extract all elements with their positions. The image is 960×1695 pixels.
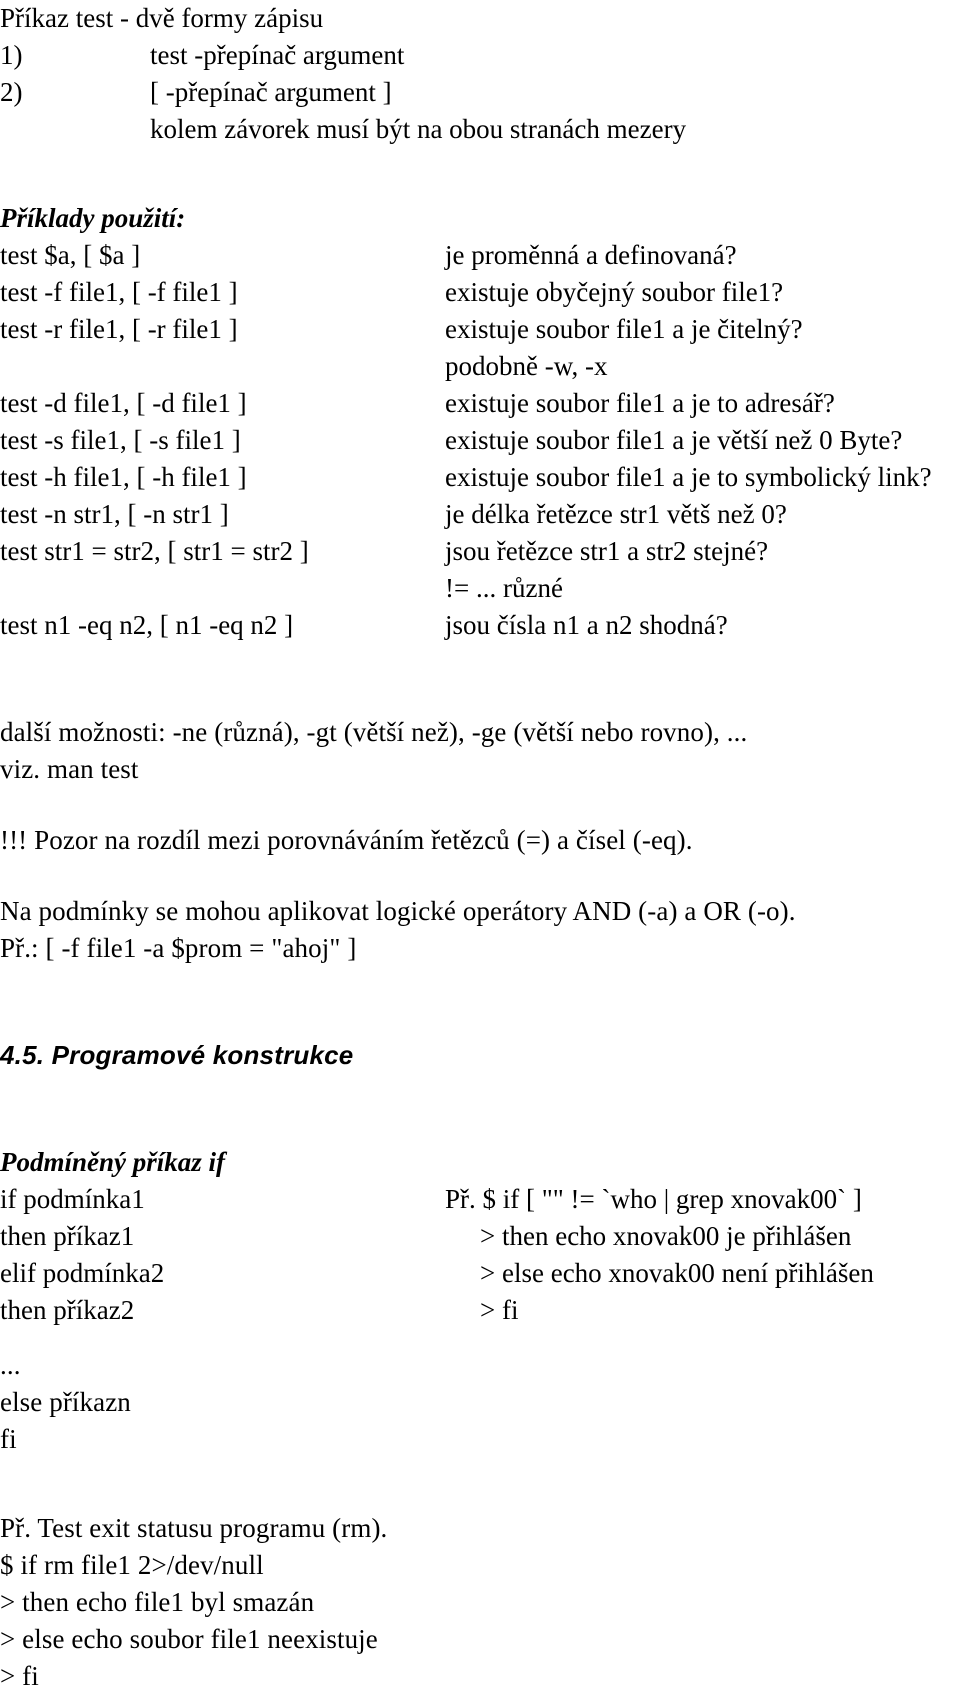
- logic-operators-line: Př.: [ -f file1 -a $prom = "ahoj" ]: [0, 933, 357, 963]
- table-row: test -f file1, [ -f file1 ] existuje oby…: [0, 274, 960, 311]
- example-meaning: existuje soubor file1 a je větší než 0 B…: [445, 425, 903, 455]
- if-syntax-line: then příkaz2: [0, 1295, 135, 1325]
- example-meaning: jsou řetězce str1 a str2 stejné?: [445, 536, 769, 566]
- if-syntax-tail: ... else příkazn fi: [0, 1347, 960, 1458]
- example-command: test -d file1, [ -d file1 ]: [0, 388, 247, 418]
- syntax-form-text: test -přepínač argument: [150, 40, 405, 70]
- exit-status-line: Př. Test exit statusu programu (rm).: [0, 1513, 388, 1543]
- example-command: test -f file1, [ -f file1 ]: [0, 277, 238, 307]
- example-meaning: je délka řetězce str1 větš než 0?: [445, 499, 787, 529]
- warning-note: !!! Pozor na rozdíl mezi porovnáváním ře…: [0, 825, 693, 855]
- syntax-form-row: 1) test -přepínač argument: [0, 37, 960, 74]
- table-row: test str1 = str2, [ str1 = str2 ] jsou ř…: [0, 533, 960, 570]
- example-command: test n1 -eq n2, [ n1 -eq n2 ]: [0, 610, 294, 640]
- example-command: test -s file1, [ -s file1 ]: [0, 425, 241, 455]
- if-syntax-line: elif podmínka2: [0, 1258, 165, 1288]
- syntax-form-text: [ -přepínač argument ]: [150, 77, 392, 107]
- exit-status-line: > then echo file1 byl smazán: [0, 1587, 315, 1617]
- example-meaning: != ... různé: [445, 573, 563, 603]
- table-row: test n1 -eq n2, [ n1 -eq n2 ] jsou čísla…: [0, 607, 960, 644]
- syntax-form-list: 1) test -přepínač argument 2) [ -přepína…: [0, 37, 960, 148]
- example-command: test -h file1, [ -h file1 ]: [0, 462, 247, 492]
- if-syntax-table: if podmínka1 Př. $ if [ "" != `who | gre…: [0, 1181, 960, 1329]
- example-command: test -r file1, [ -r file1 ]: [0, 314, 238, 344]
- exit-status-line: > else echo soubor file1 neexistuje: [0, 1624, 378, 1654]
- if-syntax-line: ...: [0, 1350, 21, 1380]
- example-meaning: existuje soubor file1 a je čitelný?: [445, 314, 803, 344]
- table-row: test -n str1, [ -n str1 ] je délka řetěz…: [0, 496, 960, 533]
- table-row: podobně -w, -x: [0, 348, 960, 385]
- table-row: elif podmínka2 > else echo xnovak00 není…: [0, 1255, 960, 1292]
- document-page: Příkaz test - dvě formy zápisu 1) test -…: [0, 0, 960, 1691]
- if-syntax-line: then příkaz1: [0, 1221, 135, 1251]
- more-options-line: další možnosti: -ne (různá), -gt (větší …: [0, 717, 748, 747]
- exit-status-line: > fi: [0, 1661, 39, 1691]
- table-row: test $a, [ $a ] je proměnná a definovaná…: [0, 237, 960, 274]
- exit-status-example-block: Př. Test exit statusu programu (rm). $ i…: [0, 1510, 960, 1695]
- table-row: test -d file1, [ -d file1 ] existuje sou…: [0, 385, 960, 422]
- if-example-line: > fi: [480, 1295, 519, 1325]
- more-options-line: viz. man test: [0, 754, 139, 784]
- syntax-note: kolem závorek musí být na obou stranách …: [150, 114, 687, 144]
- if-syntax-line: else příkazn: [0, 1387, 131, 1417]
- logic-operators-block: Na podmínky se mohou aplikovat logické o…: [0, 893, 960, 967]
- example-meaning: existuje soubor file1 a je to adresář?: [445, 388, 835, 418]
- syntax-form-number: 2): [0, 77, 23, 107]
- example-command: test str1 = str2, [ str1 = str2 ]: [0, 536, 309, 566]
- example-meaning: jsou čísla n1 a n2 shodná?: [445, 610, 728, 640]
- table-row: test -s file1, [ -s file1 ] existuje sou…: [0, 422, 960, 459]
- example-meaning: je proměnná a definovaná?: [445, 240, 737, 270]
- more-options-block: další možnosti: -ne (různá), -gt (větší …: [0, 714, 960, 788]
- syntax-form-row: 2) [ -přepínač argument ]: [0, 74, 960, 111]
- if-example-line: > else echo xnovak00 není přihlášen: [480, 1258, 874, 1288]
- if-example-line: > then echo xnovak00 je přihlášen: [480, 1221, 852, 1251]
- example-meaning: existuje soubor file1 a je to symbolický…: [445, 462, 932, 492]
- examples-table: test $a, [ $a ] je proměnná a definovaná…: [0, 237, 960, 644]
- syntax-form-number: 1): [0, 40, 23, 70]
- example-command: test $a, [ $a ]: [0, 240, 141, 270]
- example-command: [0, 348, 445, 385]
- table-row: if podmínka1 Př. $ if [ "" != `who | gre…: [0, 1181, 960, 1218]
- example-command: [0, 570, 445, 607]
- if-section-heading: Podmíněný příkaz if: [0, 1147, 226, 1177]
- if-syntax-line: if podmínka1: [0, 1184, 145, 1214]
- if-example-line: Př. $ if [ "" != `who | grep xnovak00` ]: [445, 1184, 862, 1214]
- example-meaning: podobně -w, -x: [445, 351, 608, 381]
- table-row: then příkaz1 > then echo xnovak00 je při…: [0, 1218, 960, 1255]
- example-meaning: existuje obyčejný soubor file1?: [445, 277, 784, 307]
- page-title: Příkaz test - dvě formy zápisu: [0, 3, 324, 33]
- exit-status-line: $ if rm file1 2>/dev/null: [0, 1550, 264, 1580]
- table-row: test -r file1, [ -r file1 ] existuje sou…: [0, 311, 960, 348]
- table-row: then příkaz2 > fi: [0, 1292, 960, 1329]
- examples-heading: Příklady použití:: [0, 203, 186, 233]
- table-row: test -h file1, [ -h file1 ] existuje sou…: [0, 459, 960, 496]
- table-row: != ... různé: [0, 570, 960, 607]
- chapter-heading: 4.5. Programové konstrukce: [0, 1040, 354, 1070]
- logic-operators-line: Na podmínky se mohou aplikovat logické o…: [0, 896, 796, 926]
- example-command: test -n str1, [ -n str1 ]: [0, 499, 229, 529]
- if-syntax-line: fi: [0, 1424, 17, 1454]
